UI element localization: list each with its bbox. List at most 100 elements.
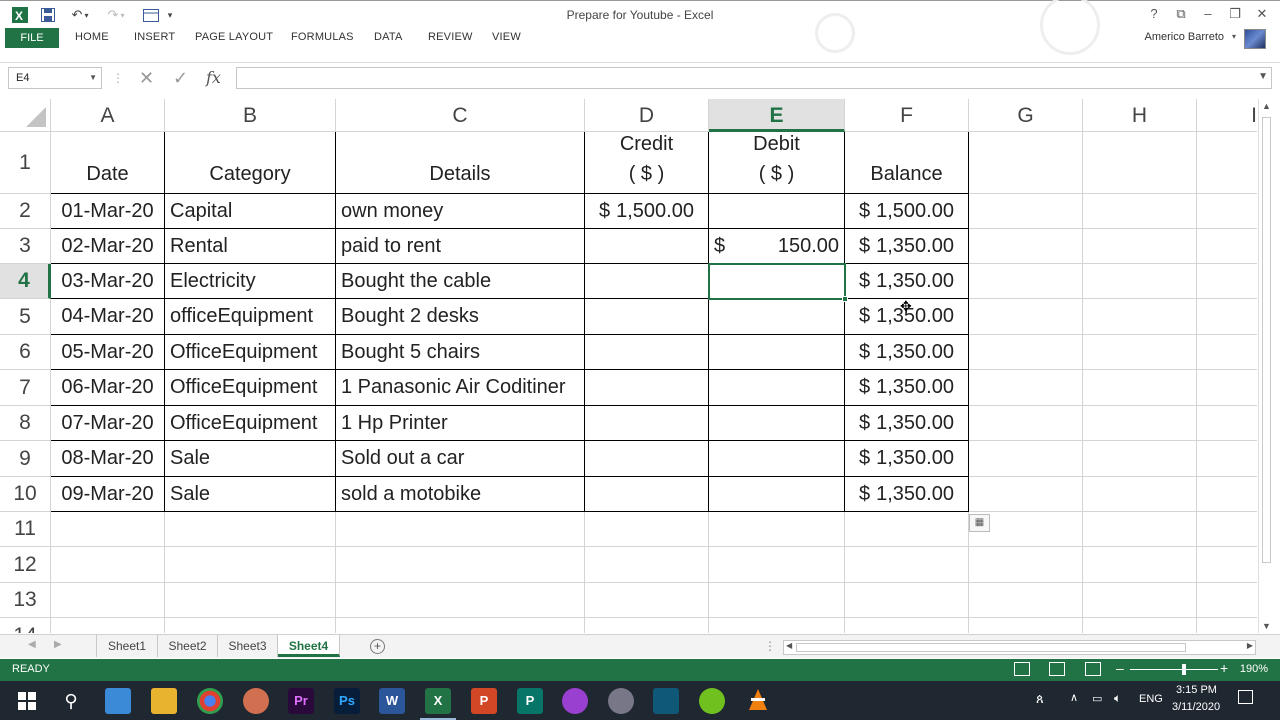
cell-date[interactable]: 04-Mar-20 [51,299,165,335]
cell-details[interactable]: sold a motobike [336,477,585,512]
search-icon[interactable]: ⚲ [58,688,84,714]
header-category[interactable]: Category [165,132,336,194]
cell-date[interactable]: 03-Mar-20 [51,264,165,299]
cell[interactable] [845,618,969,633]
row-header-6[interactable]: 6 [0,335,51,370]
cell-credit[interactable] [585,335,709,370]
app-icon[interactable] [562,688,588,714]
cell[interactable] [709,618,845,633]
prev-sheet-icon[interactable]: ◀ [28,639,36,650]
header-details[interactable]: Details [336,132,585,194]
cell-category[interactable]: Sale [165,477,336,512]
add-sheet-icon[interactable]: + [370,639,385,654]
column-header-i[interactable]: I [1197,99,1257,132]
people-icon[interactable]: ጰ [1036,691,1044,707]
cell[interactable] [969,132,1083,194]
avatar[interactable] [1244,29,1266,49]
cell[interactable] [1083,132,1197,194]
cell[interactable] [969,264,1083,299]
cell[interactable] [585,512,709,547]
quick-analysis-icon[interactable]: ▦ [969,514,990,532]
cell-details[interactable]: paid to rent [336,229,585,264]
zoom-slider-knob[interactable] [1182,664,1186,675]
cell[interactable] [1083,194,1197,229]
row-header-5[interactable]: 5 [0,299,51,335]
zoom-level[interactable]: 190% [1240,663,1268,675]
cell[interactable] [709,547,845,583]
app-icon[interactable] [699,688,725,714]
cell[interactable] [709,583,845,618]
ribbon-display-icon[interactable]: ⧉ [1170,4,1192,24]
cell[interactable] [1197,194,1257,229]
cell[interactable] [1083,406,1197,441]
normal-view-icon[interactable] [1014,662,1030,676]
zoom-slider[interactable] [1130,669,1218,670]
cell[interactable] [585,583,709,618]
cell[interactable] [585,547,709,583]
cancel-icon[interactable]: ✕ [139,67,154,89]
next-sheet-icon[interactable]: ▶ [54,639,62,650]
vlc-icon[interactable] [745,688,771,714]
cell[interactable] [336,618,585,633]
row-header-3[interactable]: 3 [0,229,51,264]
cell[interactable] [51,512,165,547]
tab-insert[interactable]: INSERT [134,31,175,43]
cell[interactable] [1083,229,1197,264]
tab-file[interactable]: FILE [5,28,59,48]
page-layout-view-icon[interactable] [1049,662,1065,676]
powerpoint-icon[interactable]: P [471,688,497,714]
scroll-up-icon[interactable]: ▲ [1262,101,1271,111]
tab-sheet3[interactable]: Sheet3 [218,635,278,657]
cell-balance[interactable]: $1,350.00 [845,477,969,512]
cell[interactable] [845,512,969,547]
cell[interactable] [1197,406,1257,441]
row-header-10[interactable]: 10 [0,477,51,512]
scroll-right-icon[interactable]: ▶ [1247,641,1253,650]
scroll-thumb[interactable] [1262,117,1271,563]
cell[interactable] [1197,441,1257,477]
cell-debit[interactable] [709,335,845,370]
cell-details[interactable]: Sold out a car [336,441,585,477]
cell[interactable] [1083,547,1197,583]
tab-review[interactable]: REVIEW [428,31,473,43]
select-all-button[interactable] [0,99,51,132]
cell[interactable] [1197,264,1257,299]
cell[interactable] [1197,477,1257,512]
header-debit[interactable]: Debit ( $ ) [709,132,845,194]
cell[interactable] [336,547,585,583]
app-icon[interactable] [653,688,679,714]
cell[interactable] [165,583,336,618]
scroll-down-icon[interactable]: ▼ [1262,621,1271,631]
cell[interactable] [51,547,165,583]
cell[interactable] [1197,583,1257,618]
cell-category[interactable]: OfficeEquipment [165,406,336,441]
cell-debit[interactable] [709,370,845,406]
notifications-icon[interactable] [1238,690,1253,704]
cell-category[interactable]: officeEquipment [165,299,336,335]
cell-debit[interactable] [709,264,845,299]
cell[interactable] [1197,132,1257,194]
paint-icon[interactable] [243,688,269,714]
cell[interactable] [165,547,336,583]
cell[interactable] [1083,583,1197,618]
account-dropdown-icon[interactable]: ▾ [1232,32,1236,41]
horizontal-scrollbar[interactable]: ◀ ▶ [783,640,1256,655]
cell-credit[interactable] [585,229,709,264]
row-header-12[interactable]: 12 [0,547,51,583]
chrome-icon[interactable] [197,688,223,714]
cell[interactable] [1197,299,1257,335]
cell[interactable] [1083,264,1197,299]
file-explorer-icon[interactable] [151,688,177,714]
cell[interactable] [1083,441,1197,477]
cell-balance[interactable]: $1,350.00 [845,406,969,441]
name-box[interactable]: E4 ▼ [8,67,102,89]
clock-time[interactable]: 3:15 PM [1176,684,1217,696]
restore-icon[interactable]: ❐ [1224,4,1246,24]
tab-formulas[interactable]: FORMULAS [291,31,354,43]
battery-icon[interactable]: ▭ [1092,692,1102,705]
cell[interactable] [1197,547,1257,583]
cell[interactable] [969,229,1083,264]
cell-credit[interactable] [585,406,709,441]
scroll-thumb[interactable] [796,643,1186,652]
row-header-13[interactable]: 13 [0,583,51,618]
